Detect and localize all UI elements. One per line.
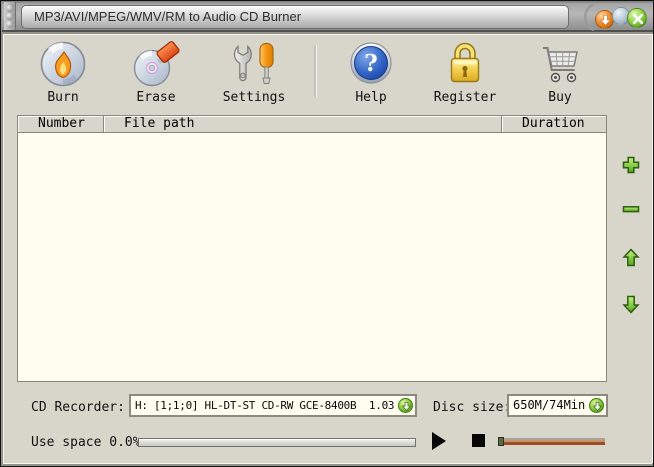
cd-recorder-select[interactable]: H: [1;1;0] HL-DT-ST CD-RW GCE-8400B 1.03 bbox=[129, 394, 417, 417]
window-title: MP3/AVI/MPEG/WMV/RM to Audio CD Burner bbox=[22, 6, 568, 28]
settings-tools-icon bbox=[229, 39, 279, 89]
help-button[interactable]: ? Help bbox=[329, 39, 413, 109]
register-button[interactable]: Register bbox=[423, 39, 507, 109]
disc-size-dropdown-button[interactable] bbox=[589, 398, 604, 413]
disc-size-select[interactable]: 650M/74Min bbox=[507, 394, 608, 417]
burn-progress-bar bbox=[138, 438, 416, 447]
settings-label: Settings bbox=[212, 91, 296, 104]
plus-icon bbox=[621, 155, 641, 175]
titlebar-curve-decoration bbox=[578, 3, 596, 31]
arrow-down-icon bbox=[621, 294, 641, 314]
remove-file-button[interactable] bbox=[621, 199, 643, 221]
erase-disc-eraser-icon bbox=[131, 39, 181, 89]
use-space-label: Use space 0.0% bbox=[31, 435, 141, 450]
move-up-button[interactable] bbox=[621, 248, 643, 270]
svg-text:?: ? bbox=[364, 50, 377, 77]
register-label: Register bbox=[423, 91, 507, 104]
burn-button[interactable]: Burn bbox=[21, 39, 105, 109]
erase-label: Erase bbox=[114, 91, 198, 104]
help-question-icon: ? bbox=[346, 39, 396, 89]
toolbar-divider bbox=[314, 45, 316, 97]
cd-recorder-dropdown-button[interactable] bbox=[398, 398, 413, 413]
file-list-header: Number File path Duration bbox=[18, 116, 606, 133]
stop-button[interactable] bbox=[472, 434, 485, 447]
column-header-duration[interactable]: Duration bbox=[502, 116, 606, 133]
volume-slider[interactable] bbox=[498, 438, 605, 445]
cd-recorder-label: CD Recorder: bbox=[31, 400, 125, 415]
help-label: Help bbox=[329, 91, 413, 104]
register-padlock-icon bbox=[440, 39, 490, 89]
close-button[interactable] bbox=[627, 8, 647, 28]
app-window: MP3/AVI/MPEG/WMV/RM to Audio CD Burner bbox=[0, 0, 654, 467]
title-plate: MP3/AVI/MPEG/WMV/RM to Audio CD Burner bbox=[21, 5, 569, 29]
buy-button[interactable]: Buy bbox=[518, 39, 602, 109]
dropdown-arrow-icon bbox=[399, 399, 414, 414]
erase-button[interactable]: Erase bbox=[114, 39, 198, 109]
play-button[interactable] bbox=[432, 432, 446, 450]
settings-button[interactable]: Settings bbox=[212, 39, 296, 109]
file-list: Number File path Duration bbox=[17, 115, 607, 382]
column-header-number[interactable]: Number bbox=[18, 116, 104, 133]
column-header-file-path[interactable]: File path bbox=[104, 116, 502, 133]
dropdown-arrow-icon bbox=[590, 399, 605, 414]
disc-size-label: Disc size: bbox=[433, 400, 511, 415]
minimize-button[interactable] bbox=[595, 10, 614, 29]
cd-recorder-value: H: [1;1;0] HL-DT-ST CD-RW GCE-8400B 1.03 bbox=[131, 396, 415, 415]
close-icon bbox=[628, 9, 648, 29]
add-file-button[interactable] bbox=[621, 155, 643, 177]
volume-slider-thumb[interactable] bbox=[498, 437, 504, 446]
burn-disc-flame-icon bbox=[38, 39, 88, 89]
burn-label: Burn bbox=[21, 91, 105, 104]
title-bar[interactable]: MP3/AVI/MPEG/WMV/RM to Audio CD Burner bbox=[2, 1, 654, 32]
arrow-up-icon bbox=[621, 248, 641, 268]
buy-label: Buy bbox=[518, 91, 602, 104]
minus-icon bbox=[621, 199, 641, 219]
move-down-button[interactable] bbox=[621, 294, 643, 316]
file-list-body[interactable] bbox=[18, 133, 606, 381]
hinge-decoration bbox=[4, 2, 16, 30]
buy-cart-icon bbox=[535, 39, 585, 89]
